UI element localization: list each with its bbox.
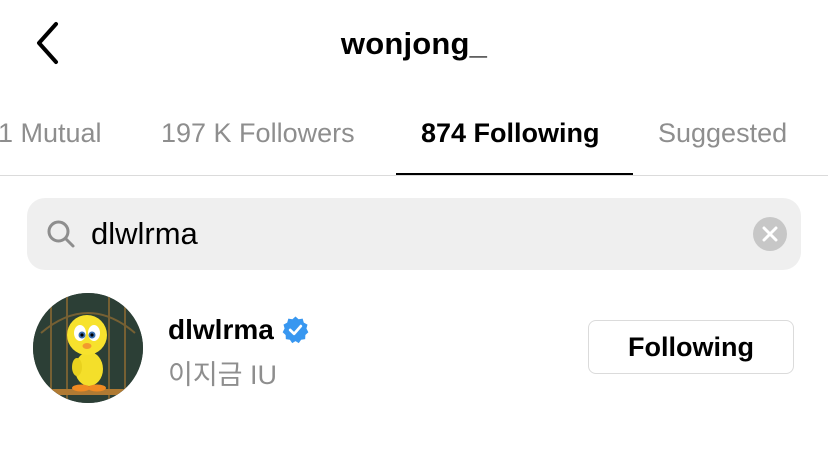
result-full-name: 이지금 IU: [168, 360, 278, 390]
tab-bar: 1 Mutual 197 K Followers 874 Following S…: [0, 95, 828, 176]
verified-badge-icon: [282, 316, 309, 344]
tab-following[interactable]: 874 Following: [421, 95, 600, 175]
clear-icon: [762, 226, 778, 242]
avatar-image: [33, 293, 143, 403]
page-title: wonjong_: [340, 26, 488, 61]
avatar[interactable]: [33, 293, 143, 403]
search-input[interactable]: [91, 213, 731, 255]
tab-followers[interactable]: 197 K Followers: [161, 95, 355, 175]
result-username[interactable]: dlwlrma: [168, 314, 274, 346]
active-tab-indicator: [396, 173, 633, 175]
search-bar[interactable]: [27, 198, 801, 270]
clear-search-button[interactable]: [753, 217, 787, 251]
top-bar: wonjong_: [0, 0, 828, 95]
tab-mutual[interactable]: 1 Mutual: [0, 95, 102, 175]
tab-suggested[interactable]: Suggested: [658, 95, 787, 175]
search-icon: [47, 220, 75, 248]
following-button[interactable]: Following: [588, 320, 794, 374]
list-item[interactable]: dlwlrma 이지금 IU Following: [0, 290, 828, 405]
